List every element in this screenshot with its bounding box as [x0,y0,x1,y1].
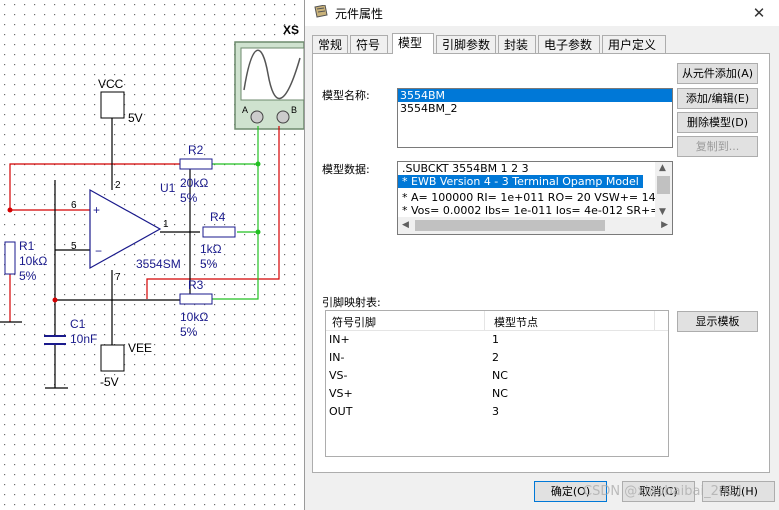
u1-ref: U1 [160,181,176,195]
pin-7-label: 7 [115,272,121,283]
table-row[interactable]: IN- 2 [326,348,668,366]
r4-tolerance: 5% [200,257,218,271]
model-data-textbox[interactable]: .SUBCKT 3554BM 1 2 3 * EWB Version 4 - 3… [397,161,673,235]
tab-pin-params[interactable]: 引脚参数 [436,35,496,53]
pin-name-cell: VS- [329,369,348,382]
vcc-label: VCC [98,77,124,91]
model-node-cell[interactable]: 1 [492,333,499,346]
table-row[interactable]: OUT 3 [326,402,668,420]
scroll-left-icon[interactable]: ◀ [402,220,409,230]
component-icon [314,5,328,18]
u1-part: 3554SM [136,257,181,271]
show-template-button[interactable]: 显示模板 [677,311,758,332]
delete-model-button[interactable]: 删除模型(D) [677,112,758,133]
table-row[interactable]: IN+ 1 [326,330,668,348]
resistor-r3[interactable] [179,293,213,305]
c1-value: 10nF [70,332,97,346]
r2-tolerance: 5% [180,191,198,205]
watermark: CSDN @xiaobaibai_2021 [583,484,744,499]
model-data-line: * EWB Version 4 - 3 Terminal Opamp Model [398,175,643,188]
pin-2-label: 2 [115,180,121,191]
r1-value: 10kΩ [19,254,47,268]
scope-terminal-a: A [242,105,248,115]
pin-name-cell: IN- [329,351,345,364]
junction-dot [255,229,261,235]
scope-ref-label: XS [283,23,299,37]
dialog-title: 元件属性 [335,7,384,21]
pin-1-label: 1 [163,219,169,230]
close-icon[interactable]: ✕ [745,2,773,24]
scroll-down-icon[interactable]: ▼ [659,207,666,217]
r2-value: 20kΩ [180,176,208,190]
table-row[interactable]: VS- NC [326,366,668,384]
pin-name-cell: OUT [329,405,353,418]
pin-name-cell: VS+ [329,387,353,400]
c1-ref: C1 [70,317,86,331]
table-row[interactable]: VS+ NC [326,384,668,402]
r2-ref: R2 [188,143,204,157]
scroll-right-icon[interactable]: ▶ [661,220,668,230]
vcc-source[interactable] [100,91,125,119]
junction-dot [52,297,58,303]
scope-terminal-b: B [291,105,297,115]
vee-source[interactable] [100,344,125,372]
r4-ref: R4 [210,210,226,224]
resistor-r2[interactable] [179,158,213,170]
junction-dot [255,161,261,167]
model-node-cell[interactable]: 3 [492,405,499,418]
model-node-cell[interactable]: NC [492,369,508,382]
model-data-line: .SUBCKT 3554BM 1 2 3 [402,162,529,175]
r1-tolerance: 5% [19,269,37,283]
model-data-line: * A= 100000 RI= 1e+011 RO= 20 VSW+= 14 V… [402,191,656,204]
tab-electrical-params[interactable]: 电子参数 [538,35,600,53]
pin-6-label: 6 [71,200,77,211]
pin-map-label: 引脚映射表: [322,296,381,309]
tab-general[interactable]: 常规 [312,35,348,53]
r3-ref: R3 [188,278,204,292]
add-from-component-button[interactable]: 从元件添加(A) [677,63,758,84]
model-tab-panel: 模型名称: 3554BM 3554BM_2 从元件添加(A) 添加/编辑(E) … [312,53,770,473]
model-node-cell[interactable]: NC [492,387,508,400]
model-node-cell[interactable]: 2 [492,351,499,364]
model-name-label: 模型名称: [322,89,370,102]
r3-value: 10kΩ [180,310,208,324]
tab-symbol[interactable]: 符号 [350,35,388,53]
column-header-model-node[interactable]: 模型节点 [494,314,538,330]
model-data-label: 模型数据: [322,163,370,176]
pin-name-cell: IN+ [329,333,350,346]
vee-value: -5V [100,375,119,389]
junction-dot [7,207,13,213]
model-name-list[interactable]: 3554BM 3554BM_2 [397,88,673,148]
r3-tolerance: 5% [180,325,198,339]
vee-label: VEE [128,341,152,355]
list-item[interactable]: 3554BM_2 [398,102,672,115]
tab-package[interactable]: 封装 [498,35,536,53]
add-edit-button[interactable]: 添加/编辑(E) [677,88,758,109]
model-data-line: * Vos= 0.0002 Ibs= 1e-011 Ios= 4e-012 SR… [402,204,656,217]
resistor-r1[interactable] [4,241,16,275]
table-header: 符号引脚 模型节点 [326,311,668,331]
opamp-plus-sign: + [93,203,100,217]
pin-map-table[interactable]: 符号引脚 模型节点 IN+ 1 IN- 2 VS- NC VS+ NC OUT … [325,310,669,457]
r1-ref: R1 [19,239,35,253]
component-properties-dialog: 元件属性 ✕ 常规 符号 模型 引脚参数 封装 电子参数 用户定义 模型名称: … [304,0,779,510]
r4-value: 1kΩ [200,242,222,256]
column-header-symbol-pin[interactable]: 符号引脚 [332,314,376,330]
resistor-r4[interactable] [202,226,236,238]
vertical-scrollbar[interactable]: ▲ ▼ [655,162,672,218]
vcc-value: 5V [128,111,143,125]
tab-user-defined[interactable]: 用户定义 [602,35,666,53]
scroll-up-icon[interactable]: ▲ [659,163,666,173]
copy-to-button[interactable]: 复制到... [677,136,758,157]
tab-model[interactable]: 模型 [392,33,434,54]
dialog-titlebar[interactable]: 元件属性 ✕ [305,0,779,26]
list-item[interactable]: 3554BM [398,89,672,102]
oscilloscope[interactable] [234,41,305,130]
pin-5-label: 5 [71,241,77,252]
horizontal-scrollbar[interactable]: ◀ ▶ [398,217,672,234]
opamp-minus-sign: − [95,244,102,258]
